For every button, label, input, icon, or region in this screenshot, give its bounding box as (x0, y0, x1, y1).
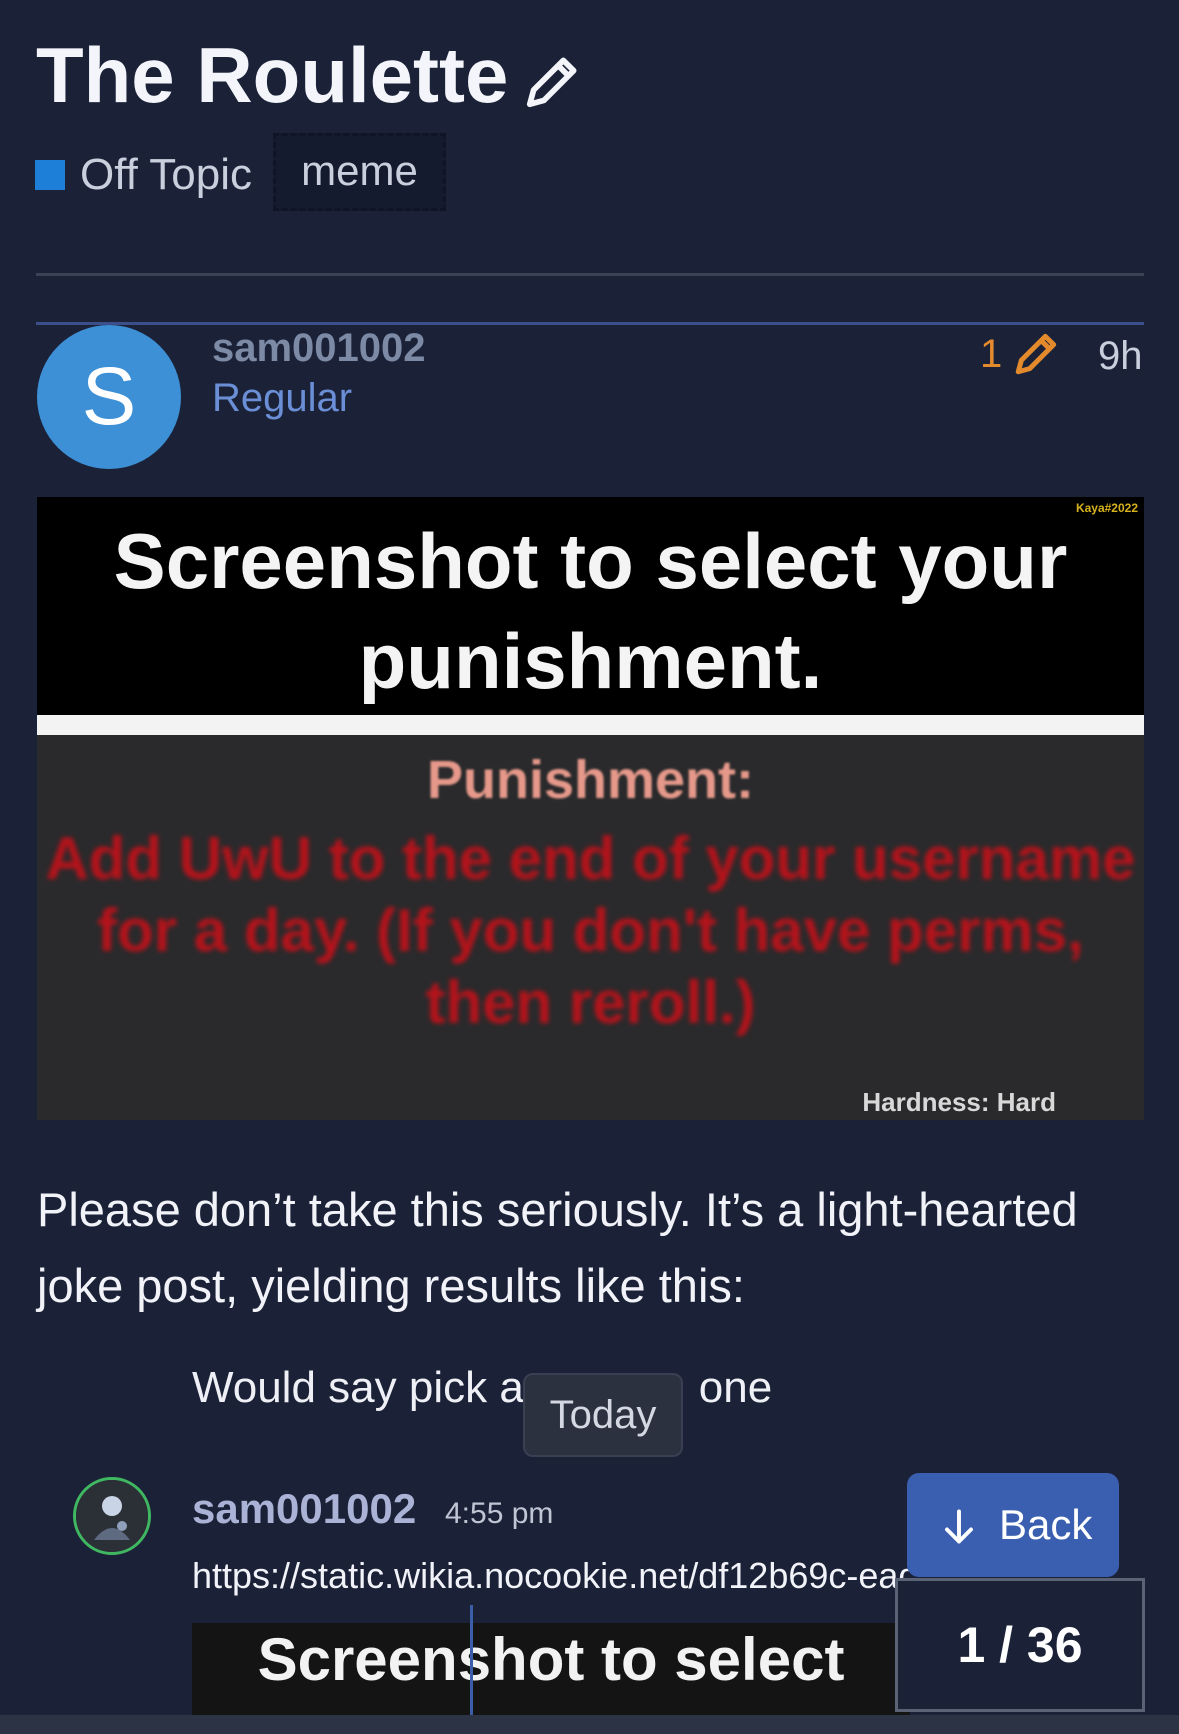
meme-divider-bar (37, 715, 1144, 735)
reply-link[interactable]: https://static.wikia.nocookie.net/df12b6… (192, 1555, 912, 1597)
punishment-text: Add UwU to the end of your username for … (45, 825, 1136, 1036)
category-link[interactable]: Off Topic (80, 150, 252, 200)
quoted-text-end: one (698, 1363, 773, 1412)
post-username[interactable]: sam001002 (212, 326, 426, 371)
meme-bottom-panel: Punishment: Add UwU to the end of your u… (37, 735, 1144, 1120)
post-age[interactable]: 9h (1098, 334, 1143, 379)
bottom-bar (0, 1715, 1179, 1734)
edit-history-pencil-icon[interactable] (1012, 328, 1062, 378)
date-badge: Today (523, 1373, 683, 1457)
reply-avatar[interactable] (73, 1477, 151, 1555)
tag-meme[interactable]: meme (273, 133, 446, 211)
edit-count[interactable]: 1 (980, 332, 1002, 377)
category-color-icon (35, 160, 65, 190)
user-title: Regular (212, 376, 353, 420)
punishment-label: Punishment: (426, 750, 754, 810)
divider (36, 273, 1144, 276)
avatar[interactable]: S (37, 325, 181, 469)
quoted-text-start: Would say pick a (192, 1363, 524, 1412)
arrow-down-icon (939, 1473, 979, 1577)
back-label: Back (999, 1501, 1093, 1548)
topic-progress[interactable]: 1 / 36 (895, 1578, 1145, 1712)
meme-credit: Kaya#2022 (1075, 501, 1138, 515)
hardness-label: Hardness: Hard (862, 1087, 1056, 1117)
topic-title: The Roulette (36, 31, 509, 119)
reply-preview-heading: Screenshot to select (257, 1626, 845, 1693)
post-body: Please don’t take this seriously. It’s a… (37, 1183, 1078, 1312)
reply-username[interactable]: sam001002 (192, 1485, 416, 1533)
avatar-picture-icon (76, 1480, 148, 1552)
meme-image[interactable]: Screenshot to select your punishment. Ka… (37, 497, 1144, 1120)
meme-heading: Screenshot to select your punishment. (113, 517, 1068, 705)
reply-time: 4:55 pm (445, 1497, 554, 1530)
quoted-text: Would say pick a one (192, 1363, 772, 1413)
pencil-icon[interactable] (522, 50, 584, 112)
back-button[interactable]: Back (907, 1473, 1119, 1577)
post-divider (36, 322, 1144, 325)
meme-top-panel: Screenshot to select your punishment. Ka… (37, 497, 1144, 715)
